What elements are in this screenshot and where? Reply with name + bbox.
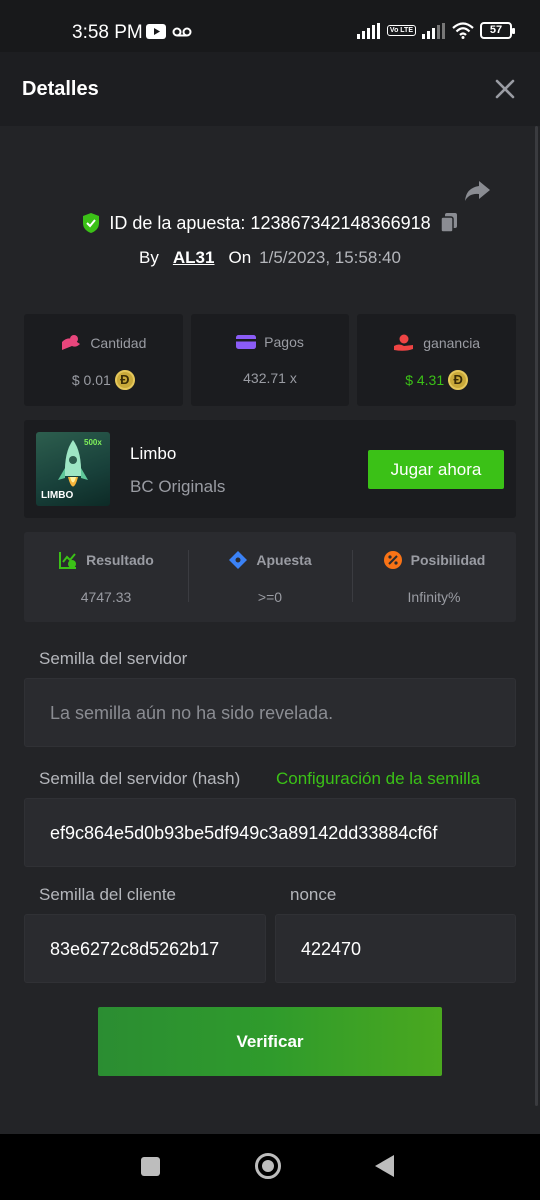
result-col-resultado: Resultado 4747.33 xyxy=(24,532,188,622)
result-value: Infinity% xyxy=(407,589,461,605)
client-seed-label: Semilla del cliente xyxy=(39,885,177,904)
client-seed-value: 83e6272c8d5262b17 xyxy=(50,939,220,959)
stat-value: $ 4.31 xyxy=(405,372,445,388)
coins-icon xyxy=(62,335,81,350)
thumb-title: LIMBO xyxy=(41,490,74,501)
stat-card-cantidad: Cantidad $ 0.01 Ð xyxy=(24,314,183,406)
stat-card-ganancia: ganancia $ 4.31 Ð xyxy=(357,314,517,406)
wifi-icon xyxy=(452,22,474,39)
client-seed-field[interactable]: 83e6272c8d5262b17 xyxy=(24,914,266,983)
result-col-apuesta: Apuesta >=0 xyxy=(188,532,352,622)
bet-meta-row: By AL31 On 1/5/2023, 15:58:40 xyxy=(0,248,540,268)
chart-check-icon xyxy=(59,552,77,569)
stat-cards: Cantidad $ 0.01 Ð Pagos 432.71 x gananci… xyxy=(24,314,517,406)
server-seed-label: Semilla del servidor xyxy=(39,649,188,668)
share-icon[interactable] xyxy=(462,176,492,206)
result-label: Posibilidad xyxy=(410,552,486,568)
thumb-badge: 500x xyxy=(84,438,102,447)
stat-value: 432.71 x xyxy=(243,370,297,386)
scrollbar[interactable] xyxy=(535,126,538,1106)
server-hash-value: ef9c864e5d0b93be5df949c3a89142dd33884cf6… xyxy=(50,823,438,843)
on-label: On xyxy=(228,248,252,267)
status-time: 3:58 PM xyxy=(72,22,143,43)
game-thumbnail[interactable]: 500x LIMBO xyxy=(36,432,110,506)
play-now-button[interactable]: Jugar ahora xyxy=(368,450,504,489)
page-title: Detalles xyxy=(22,78,99,100)
server-hash-field[interactable]: ef9c864e5d0b93be5df949c3a89142dd33884cf6… xyxy=(24,798,516,867)
result-value: 4747.33 xyxy=(80,589,132,605)
hand-coin-icon xyxy=(394,334,414,351)
bet-id-row: ID de la apuesta: 123867342148366918 xyxy=(0,212,540,239)
wallet-icon xyxy=(236,335,257,349)
stat-label: ganancia xyxy=(423,335,481,351)
bet-id: ID de la apuesta: 123867342148366918 xyxy=(109,212,431,233)
close-icon[interactable] xyxy=(492,76,518,102)
bet-datetime: 1/5/2023, 15:58:40 xyxy=(259,248,401,267)
doge-coin-icon: Ð xyxy=(114,370,135,390)
youtube-icon xyxy=(146,24,166,39)
ticket-icon xyxy=(229,551,248,569)
status-right-icons: Vo LTE 57 xyxy=(356,22,515,39)
voicemail-icon xyxy=(172,27,192,36)
doge-coin-icon: Ð xyxy=(448,370,469,390)
verify-button[interactable]: Verificar xyxy=(98,1007,442,1076)
server-hash-label: Semilla del servidor (hash) xyxy=(39,769,241,788)
back-icon[interactable] xyxy=(375,1155,394,1177)
copy-icon[interactable] xyxy=(439,212,459,234)
seed-config-link[interactable]: Configuración de la semilla xyxy=(276,769,480,789)
status-bar: 3:58 PM Vo LTE 57 xyxy=(0,0,540,52)
recents-icon[interactable] xyxy=(141,1157,160,1176)
bet-user-link[interactable]: AL31 xyxy=(173,248,215,268)
result-value: >=0 xyxy=(257,589,283,605)
status-left-icons xyxy=(146,24,192,39)
result-label: Apuesta xyxy=(256,552,312,568)
result-label: Resultado xyxy=(86,552,154,568)
stat-label: Pagos xyxy=(264,334,304,350)
stat-value: $ 0.01 xyxy=(71,372,111,388)
header: Detalles xyxy=(0,52,540,126)
game-card: 500x LIMBO Limbo BC Originals Jugar ahor… xyxy=(24,420,516,518)
server-seed-placeholder: La semilla aún no ha sido revelada. xyxy=(50,703,334,723)
by-label: By xyxy=(139,248,159,267)
home-icon[interactable] xyxy=(255,1153,281,1179)
nonce-value: 422470 xyxy=(301,939,362,959)
result-card: Resultado 4747.33 Apuesta >=0 Posibilida… xyxy=(24,532,516,622)
percent-icon xyxy=(383,551,402,569)
result-col-posibilidad: Posibilidad Infinity% xyxy=(352,532,516,622)
lte-icon: Vo LTE xyxy=(386,25,416,36)
battery-icon: 57 xyxy=(480,22,515,39)
server-seed-field[interactable]: La semilla aún no ha sido revelada. xyxy=(24,678,516,747)
signal-icon xyxy=(356,22,380,39)
stat-label: Cantidad xyxy=(90,335,147,351)
stat-card-pagos: Pagos 432.71 x xyxy=(190,314,350,406)
game-provider: BC Originals xyxy=(130,477,226,496)
system-nav-bar xyxy=(0,1134,540,1200)
nonce-label: nonce xyxy=(290,885,337,904)
shield-check-icon xyxy=(83,213,100,233)
signal-icon xyxy=(422,22,445,39)
nonce-field[interactable]: 422470 xyxy=(275,914,516,983)
game-name: Limbo xyxy=(130,444,177,463)
